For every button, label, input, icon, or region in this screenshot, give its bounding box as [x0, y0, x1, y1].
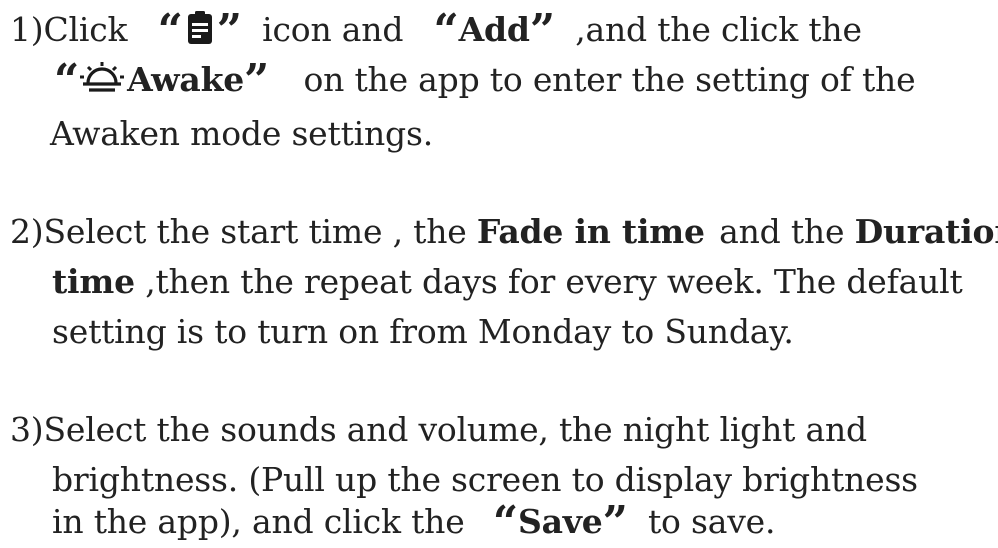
add-label: Add	[458, 10, 530, 49]
open-quote: “	[157, 5, 183, 56]
step1-line1: 1)Click “” icon and “Add” ,and the click…	[10, 8, 862, 53]
step1-text-icon-and: icon and	[262, 10, 404, 49]
step2-line3: setting is to turn on from Monday to Sun…	[52, 310, 794, 354]
duration-label: Duration	[854, 212, 998, 251]
step1-number: 1)	[10, 10, 44, 49]
clipboard-icon	[187, 11, 213, 45]
fade-in-time-label: Fade in time	[476, 212, 705, 251]
step2-number: 2)	[10, 212, 44, 251]
step1-text-and-click: ,and the click the	[575, 10, 862, 49]
step3-line2: brightness. (Pull up the screen to displ…	[52, 458, 918, 502]
step2-text-repeat-days: ,then the repeat days for every week. Th…	[145, 262, 963, 301]
step2-line1: 2)Select the start time , the Fade in ti…	[10, 210, 998, 254]
close-quote: ”	[602, 497, 628, 548]
step2-line2: time ,then the repeat days for every wee…	[52, 260, 963, 304]
open-quote: “	[492, 497, 518, 548]
step3-text-in-app: in the app), and click the	[52, 502, 465, 541]
step1-text-enter-setting: on the app to enter the setting of the	[303, 60, 916, 99]
close-quote: ”	[529, 5, 555, 56]
open-quote: “	[54, 55, 80, 106]
step1-line2: “ Awake” on the app to enter the setting …	[54, 58, 916, 103]
step1-line3: Awaken mode settings.	[50, 112, 433, 156]
duration-time-label: time	[52, 262, 135, 301]
awake-label: Awake	[127, 60, 245, 99]
step2-text-select-start: Select the start time , the	[43, 212, 467, 251]
step3-text-sounds: Select the sounds and volume, the night …	[43, 410, 867, 449]
step1-text-awaken-mode: Awaken mode settings.	[50, 114, 433, 153]
close-quote: ”	[244, 55, 270, 106]
close-quote: ”	[216, 5, 242, 56]
open-quote: “	[433, 5, 459, 56]
sun-rising-icon	[79, 61, 125, 95]
step3-text-to-save: to save.	[647, 502, 776, 541]
instruction-page: 1)Click “” icon and “Add” ,and the click…	[0, 0, 998, 545]
step2-text-default: setting is to turn on from Monday to Sun…	[52, 312, 794, 351]
save-label: Save	[517, 502, 603, 541]
step1-text-click: Click	[43, 10, 128, 49]
step3-text-brightness: brightness. (Pull up the screen to displ…	[52, 460, 918, 499]
step3-line1: 3)Select the sounds and volume, the nigh…	[10, 408, 867, 452]
step2-text-and-the: and the	[719, 212, 845, 251]
step3-number: 3)	[10, 410, 44, 449]
step3-line3: in the app), and click the “Save” to sav…	[52, 500, 776, 545]
